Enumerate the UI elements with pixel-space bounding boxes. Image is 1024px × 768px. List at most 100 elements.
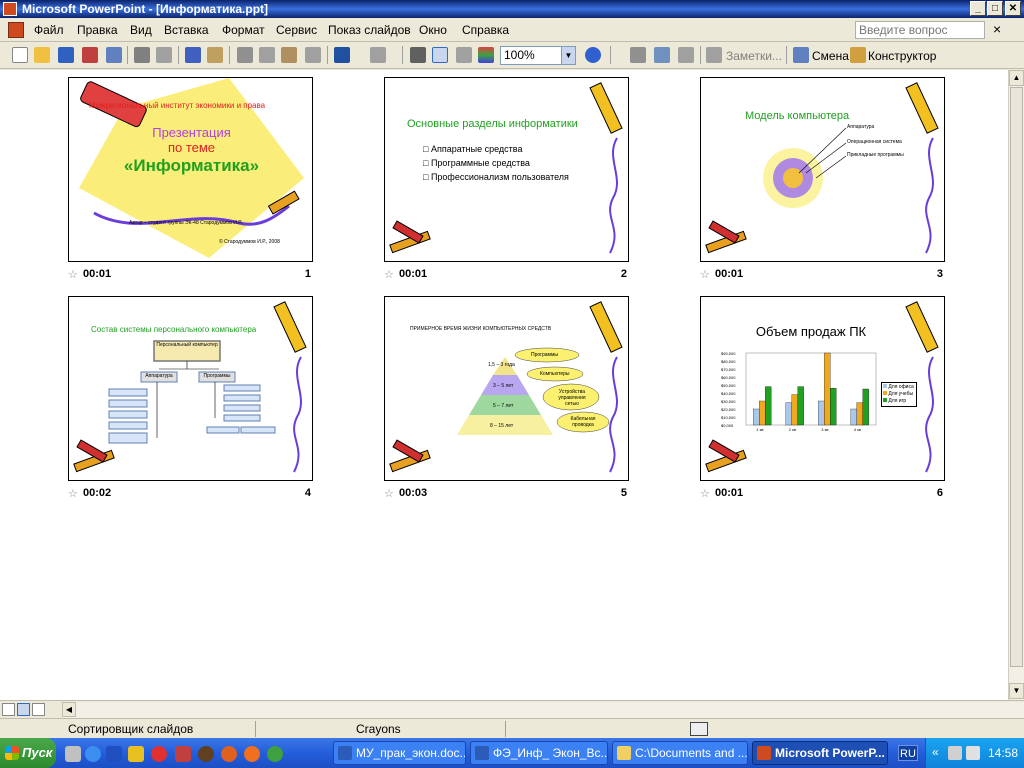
- print-icon[interactable]: [134, 47, 150, 63]
- email-icon[interactable]: [106, 47, 122, 63]
- research-icon[interactable]: [207, 47, 223, 63]
- minimize-button[interactable]: _: [970, 1, 986, 16]
- chevron-down-icon[interactable]: ▼: [561, 47, 575, 64]
- chart-bar: [753, 408, 760, 426]
- design-icon[interactable]: [850, 47, 866, 63]
- chart-x-tick: 2 кв: [788, 427, 796, 432]
- transition-star-icon[interactable]: ☆: [700, 268, 710, 281]
- notes-icon[interactable]: [706, 47, 722, 63]
- tray-expand-icon[interactable]: «: [932, 745, 939, 759]
- menu-tools[interactable]: Сервис: [276, 23, 317, 37]
- language-indicator[interactable]: RU: [898, 745, 918, 761]
- undo-icon[interactable]: [334, 47, 350, 63]
- slide-timing: 00:02: [83, 487, 112, 499]
- chrome-icon[interactable]: [221, 746, 237, 762]
- help-search-input[interactable]: Введите вопрос: [855, 21, 985, 39]
- hide-slide-icon[interactable]: [630, 47, 646, 63]
- transition-star-icon[interactable]: ☆: [384, 487, 394, 500]
- slide-thumbnail-2[interactable]: Основные разделы информатики □ Аппаратны…: [384, 77, 629, 262]
- slideshow-view-icon[interactable]: [32, 703, 45, 716]
- transition-star-icon[interactable]: ☆: [68, 487, 78, 500]
- slide-3-diagram: [705, 82, 939, 254]
- firefox-icon[interactable]: [244, 746, 260, 762]
- slide-thumbnail-1[interactable]: Межрегиональный институт экономики и пра…: [68, 77, 313, 262]
- permission-icon[interactable]: [82, 47, 98, 63]
- spelling-icon[interactable]: [185, 47, 201, 63]
- print-preview-icon[interactable]: [156, 47, 172, 63]
- normal-view-icon[interactable]: [2, 703, 15, 716]
- open-folder-icon[interactable]: [34, 47, 50, 63]
- notes-button[interactable]: Заметки...: [726, 49, 782, 63]
- menu-help[interactable]: Справка: [462, 23, 509, 37]
- maximize-button[interactable]: □: [987, 1, 1003, 16]
- network-icon[interactable]: [948, 746, 962, 760]
- design-button[interactable]: Конструктор: [868, 49, 936, 63]
- redo-icon[interactable]: [370, 47, 386, 63]
- slide-4-right: Программы: [203, 373, 231, 379]
- new-file-icon[interactable]: [12, 47, 28, 63]
- help-icon[interactable]: [585, 47, 601, 63]
- spelling-status-icon[interactable]: [690, 722, 708, 736]
- slide-thumbnail-4[interactable]: Состав системы персонального компьютера …: [68, 296, 313, 481]
- copy-icon[interactable]: [259, 47, 275, 63]
- tools-icon[interactable]: [175, 746, 191, 762]
- word-icon: [475, 746, 489, 760]
- menu-window[interactable]: Окно: [419, 23, 447, 37]
- slide-5-level: 8 – 15 лет: [490, 423, 514, 429]
- status-divider: [255, 721, 256, 737]
- show-formatting-icon[interactable]: [432, 47, 448, 63]
- vertical-scrollbar[interactable]: ▲ ▼: [1008, 70, 1024, 700]
- ie-icon[interactable]: [85, 746, 101, 762]
- paste-icon[interactable]: [281, 47, 297, 63]
- transition-button[interactable]: Смена: [812, 49, 849, 63]
- transition-star-icon[interactable]: ☆: [68, 268, 78, 281]
- standard-toolbar: 100% ▼ Заметки... Смена Конструктор: [0, 43, 1024, 69]
- slide-5-bubble: Устройства управления сетью: [558, 389, 586, 407]
- task-label: ФЭ_Инф_ Экон_Вс...: [493, 746, 608, 760]
- task-word-doc-1[interactable]: МУ_прак_экон.doc...: [333, 741, 466, 765]
- task-word-doc-2[interactable]: ФЭ_Инф_ Экон_Вс...: [470, 741, 608, 765]
- document-icon[interactable]: [8, 22, 24, 38]
- scroll-down-icon[interactable]: ▼: [1009, 683, 1024, 699]
- transition-star-icon[interactable]: ☆: [700, 487, 710, 500]
- desktop-icon[interactable]: [106, 746, 122, 762]
- volume-icon[interactable]: [966, 746, 980, 760]
- menu-insert[interactable]: Вставка: [164, 23, 209, 37]
- app-icon[interactable]: [267, 746, 283, 762]
- zoom-select[interactable]: 100% ▼: [500, 46, 576, 65]
- rehearse-timings-icon[interactable]: [654, 47, 670, 63]
- menu-slideshow[interactable]: Показ слайдов: [328, 23, 411, 37]
- summary-slide-icon[interactable]: [678, 47, 694, 63]
- slide-thumbnail-3[interactable]: Модель компьютера Аппаратура Операционна…: [700, 77, 945, 262]
- cut-icon[interactable]: [237, 47, 253, 63]
- expand-all-icon[interactable]: [410, 47, 426, 63]
- menu-file[interactable]: Файл: [34, 23, 64, 37]
- transition-icon[interactable]: [793, 47, 809, 63]
- close-button[interactable]: ✕: [1005, 1, 1021, 16]
- grid-icon[interactable]: [456, 47, 472, 63]
- format-painter-icon[interactable]: [305, 47, 321, 63]
- scroll-thumb[interactable]: [1010, 87, 1023, 667]
- task-powerpoint[interactable]: Microsoft PowerP...: [752, 741, 888, 765]
- color-grayscale-icon[interactable]: [478, 47, 494, 63]
- start-button[interactable]: Пуск: [0, 738, 56, 768]
- quicklaunch-icon[interactable]: [128, 746, 144, 762]
- toolbar-separator: [700, 46, 701, 64]
- media-icon[interactable]: [198, 746, 214, 762]
- powerpoint-icon[interactable]: [3, 2, 17, 16]
- scroll-left-icon[interactable]: ◀: [62, 702, 76, 717]
- menu-view[interactable]: Вид: [130, 23, 152, 37]
- slide-thumbnail-5[interactable]: ПРИМЕРНОЕ ВРЕМЯ ЖИЗНИ КОМПЬЮТЕРНЫХ СРЕДС…: [384, 296, 629, 481]
- transition-star-icon[interactable]: ☆: [384, 268, 394, 281]
- slide-sorter-view-icon[interactable]: [17, 703, 30, 716]
- yandex-icon[interactable]: [151, 746, 167, 762]
- show-desktop-icon[interactable]: [65, 746, 81, 762]
- menu-format[interactable]: Формат: [222, 23, 265, 37]
- save-icon[interactable]: [58, 47, 74, 63]
- slide-thumbnail-6[interactable]: Объем продаж ПК Для офиса Для учебы Для …: [700, 296, 945, 481]
- horizontal-scrollbar[interactable]: ◀: [62, 702, 1024, 718]
- menu-edit[interactable]: Правка: [77, 23, 118, 37]
- scroll-up-icon[interactable]: ▲: [1009, 70, 1024, 86]
- doc-close-icon[interactable]: ×: [993, 21, 1001, 37]
- task-explorer[interactable]: C:\Documents and ...: [612, 741, 748, 765]
